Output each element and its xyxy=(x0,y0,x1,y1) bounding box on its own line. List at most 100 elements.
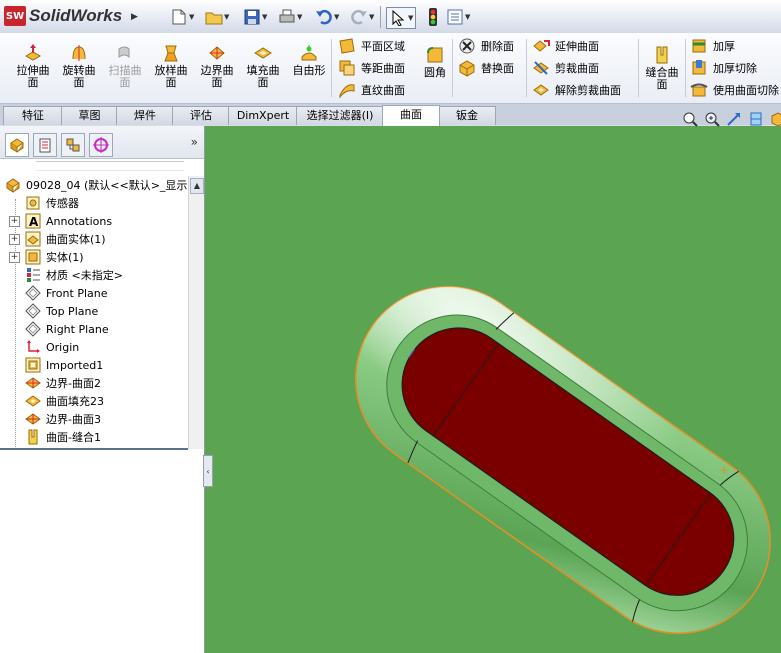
sweep-surface-button[interactable]: 扫描曲面 xyxy=(105,43,145,89)
delete-face-button[interactable]: 删除面 xyxy=(458,36,514,56)
expand-toggle-icon[interactable]: + xyxy=(9,215,20,227)
undo-button[interactable]: ▼ xyxy=(315,7,339,27)
open-button[interactable]: ▼ xyxy=(205,7,229,27)
tab-weldments[interactable]: 焊件 xyxy=(116,106,174,125)
untrim-surface-label: 解除剪裁曲面 xyxy=(555,84,621,97)
tree-item-surface-bodies[interactable]: + 曲面实体(1) xyxy=(0,230,188,248)
thicken-cut-button[interactable]: 加厚切除 xyxy=(690,58,757,78)
tree-item-knit-surface1[interactable]: 曲面-缝合1 xyxy=(0,428,188,446)
tree-item-sensors[interactable]: 传感器 xyxy=(0,194,188,212)
solidworks-logo[interactable]: SW SolidWorks xyxy=(4,5,122,27)
planar-surface-label: 平面区域 xyxy=(361,40,405,53)
tab-features[interactable]: 特征 xyxy=(3,106,63,125)
plane-icon xyxy=(25,285,41,301)
tree-node-label: Top Plane xyxy=(46,304,99,318)
previous-view-icon[interactable] xyxy=(726,111,742,127)
filter-field[interactable] xyxy=(36,161,184,171)
tree-node-label: 09028_04 (默认<<默认>_显示 xyxy=(26,179,188,192)
separator xyxy=(380,6,381,28)
print-icon xyxy=(278,8,296,26)
ribbon-separator xyxy=(331,39,332,97)
boundary-surface-icon xyxy=(25,377,41,389)
tree-scrollbar[interactable]: ▲ xyxy=(188,176,204,449)
offset-surface-button[interactable]: 等距曲面 xyxy=(338,58,405,78)
zoom-to-fit-icon[interactable] xyxy=(682,111,698,127)
annotations-icon: A xyxy=(25,213,41,229)
property-manager-tab[interactable] xyxy=(33,133,57,157)
tree-item-material[interactable]: 材质 <未指定> xyxy=(0,266,188,284)
tree-node-label: 传感器 xyxy=(46,197,79,210)
imported-icon xyxy=(25,357,41,373)
tree-node-label: Right Plane xyxy=(46,322,109,336)
tab-dimxpert[interactable]: DimXpert xyxy=(228,106,298,125)
graphics-area[interactable] xyxy=(205,126,781,653)
new-button[interactable]: ▼ xyxy=(170,7,194,27)
save-icon xyxy=(243,8,261,26)
tree-item-fill-surface23[interactable]: 曲面填充23 xyxy=(0,392,188,410)
planar-surface-button[interactable]: 平面区域 xyxy=(338,36,405,56)
ribbon-separator xyxy=(638,39,639,97)
expand-toggle-icon[interactable]: + xyxy=(9,251,20,263)
panel-collapse-icon[interactable]: ‹ xyxy=(203,455,213,487)
redo-button[interactable]: ▼ xyxy=(350,7,374,27)
rebuild-button[interactable] xyxy=(424,7,442,27)
tab-selection-filter[interactable]: 选择过滤器(I) xyxy=(296,106,384,125)
expand-toggle-icon[interactable]: + xyxy=(9,233,20,245)
knit-surface-button[interactable]: 缝合曲面 xyxy=(641,45,683,91)
select-button[interactable]: ▼ xyxy=(386,7,417,29)
tree-item-origin[interactable]: Origin xyxy=(0,338,188,356)
options-icon xyxy=(446,8,464,26)
print-button[interactable]: ▼ xyxy=(278,7,302,27)
untrim-surface-button[interactable]: 解除剪裁曲面 xyxy=(532,80,621,100)
knit-surface-label: 缝合曲面 xyxy=(645,66,679,91)
replace-face-button[interactable]: 替换面 xyxy=(458,58,514,78)
tree-item-top-plane[interactable]: Top Plane xyxy=(0,302,188,320)
zoom-area-icon[interactable] xyxy=(704,111,720,127)
tab-sheet-metal[interactable]: 钣金 xyxy=(438,106,496,125)
tab-sketch[interactable]: 草图 xyxy=(61,106,118,125)
tab-evaluate[interactable]: 评估 xyxy=(172,106,230,125)
sweep-surface-icon xyxy=(118,46,130,59)
revolve-surface-label: 旋转曲面 xyxy=(62,64,96,89)
tree-item-right-plane[interactable]: Right Plane xyxy=(0,320,188,338)
tree-item-boundary-surface3[interactable]: 边界-曲面3 xyxy=(0,410,188,428)
tree-item-solid-bodies[interactable]: + 实体(1) xyxy=(0,248,188,266)
tree-item-boundary-surface2[interactable]: 边界-曲面2 xyxy=(0,374,188,392)
view-toolbar xyxy=(682,110,781,128)
loft-surface-button[interactable]: 放样曲面 xyxy=(151,43,191,89)
surface-cut-button[interactable]: 使用曲面切除 xyxy=(690,80,779,100)
tree-item-front-plane[interactable]: Front Plane xyxy=(0,284,188,302)
dimxpert-manager-tab[interactable] xyxy=(89,133,113,157)
revolve-surface-button[interactable]: 旋转曲面 xyxy=(59,43,99,89)
expand-chevron-icon[interactable]: » xyxy=(191,135,198,149)
fill-surface-button[interactable]: 填充曲面 xyxy=(243,43,283,89)
tree-item-annotations[interactable]: + A Annotations xyxy=(0,212,188,230)
section-view-icon[interactable] xyxy=(748,111,764,127)
surface-model[interactable] xyxy=(205,126,781,653)
view-orientation-icon[interactable] xyxy=(770,111,781,127)
extrude-surface-button[interactable]: 拉伸曲面 xyxy=(13,43,53,89)
tree-node-label: 曲面-缝合1 xyxy=(46,431,101,444)
configuration-manager-tab[interactable] xyxy=(61,133,85,157)
freeform-icon xyxy=(301,45,317,61)
menu-arrow-icon[interactable]: ▶ xyxy=(129,9,140,25)
panel-divider[interactable] xyxy=(0,448,188,450)
trim-surface-button[interactable]: 剪裁曲面 xyxy=(532,58,599,78)
tree-item-imported1[interactable]: Imported1 xyxy=(0,356,188,374)
tree-root-part[interactable]: 09028_04 (默认<<默认>_显示 xyxy=(0,176,188,194)
options-button[interactable]: ▼ xyxy=(446,7,470,27)
fillet-button[interactable]: 圆角 xyxy=(418,45,452,79)
replace-face-label: 替换面 xyxy=(481,62,514,75)
boundary-surface-button[interactable]: 边界曲面 xyxy=(197,43,237,89)
scroll-up-icon[interactable]: ▲ xyxy=(190,178,204,194)
thicken-button[interactable]: 加厚 xyxy=(690,36,735,56)
thicken-cut-icon xyxy=(692,60,706,75)
undo-icon xyxy=(315,8,333,26)
extend-surface-button[interactable]: 延伸曲面 xyxy=(532,36,599,56)
freeform-button[interactable]: 自由形 xyxy=(289,43,329,77)
tab-surfaces[interactable]: 曲面 xyxy=(382,105,440,126)
feature-manager-tab[interactable] xyxy=(5,133,29,157)
save-button[interactable]: ▼ xyxy=(243,7,267,27)
material-icon xyxy=(27,268,40,282)
ruled-surface-button[interactable]: 直纹曲面 xyxy=(338,80,405,100)
